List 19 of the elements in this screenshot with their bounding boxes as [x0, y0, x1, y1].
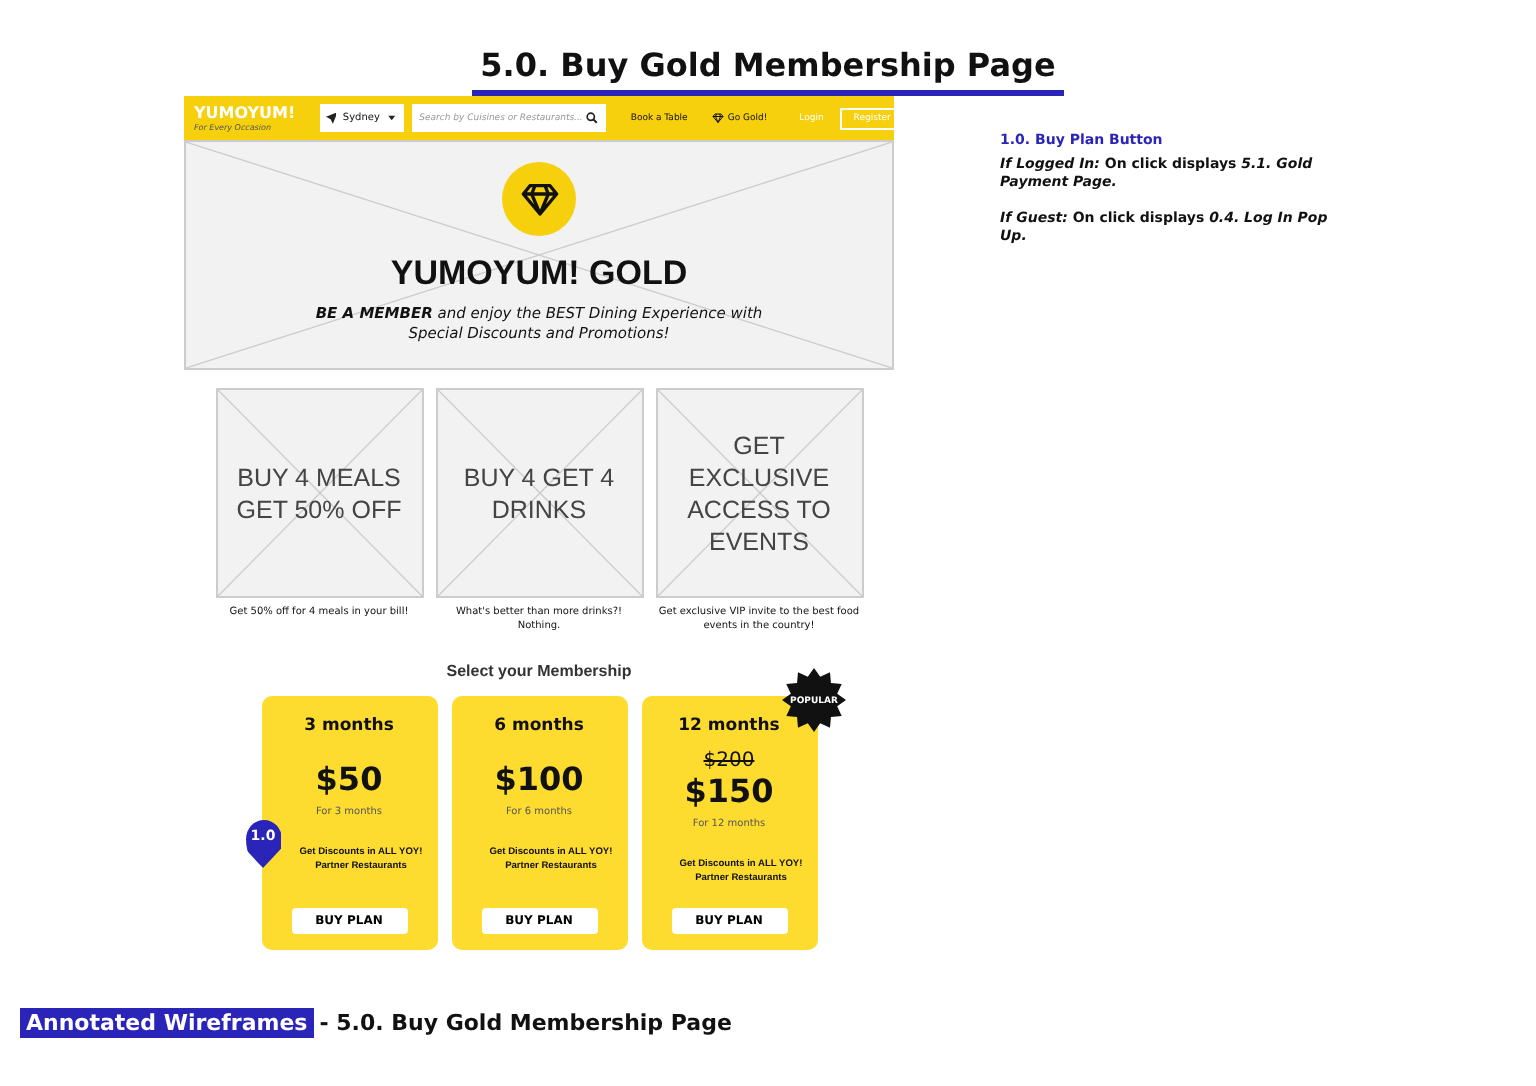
section-tag: Annotated Wireframes — [20, 1008, 314, 1038]
benefit-headline: BUY 4 MEALS GET 50% OFF — [234, 461, 404, 525]
plan-duration: 3 months — [304, 716, 394, 736]
hero-title: YUMOYUM! GOLD — [390, 254, 688, 294]
search-icon — [586, 112, 599, 124]
diamond-icon — [711, 112, 724, 124]
footer-title: - 5.0. Buy Gold Membership Page — [319, 1010, 732, 1036]
benefit-headline: GET EXCLUSIVE ACCESS TO EVENTS — [685, 429, 833, 557]
plan-duration: 6 months — [494, 716, 584, 736]
plan-price: $100 — [494, 760, 584, 798]
location-arrow-icon — [325, 112, 337, 124]
old-price: $200 — [703, 752, 755, 772]
caret-icon — [385, 112, 398, 124]
benefit-headline: BUY 4 GET 4 DRINKS — [461, 461, 617, 525]
membership-heading: Select your Membership — [444, 662, 634, 680]
plan-price: $50 — [315, 760, 383, 798]
plan-duration: 12 months — [678, 716, 780, 736]
plan-price: $150 — [684, 772, 774, 810]
diamond-icon — [519, 182, 559, 216]
